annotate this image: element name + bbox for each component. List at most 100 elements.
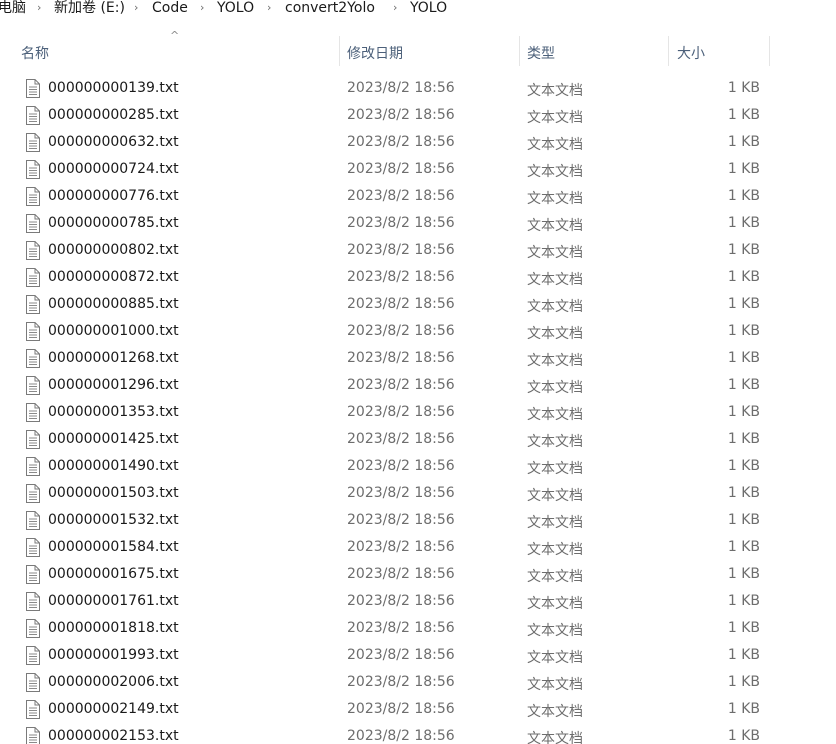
file-name: 000000000872.txt bbox=[48, 269, 179, 285]
file-row[interactable]: 000000001490.txt 2023/8/2 18:56 文本文档 1 KB bbox=[0, 454, 836, 481]
file-modified-date: 2023/8/2 18:56 bbox=[347, 404, 455, 420]
file-row[interactable]: 000000000285.txt 2023/8/2 18:56 文本文档 1 KB bbox=[0, 103, 836, 130]
column-divider[interactable] bbox=[519, 36, 520, 66]
text-file-icon bbox=[25, 160, 40, 179]
file-row[interactable]: 000000001993.txt 2023/8/2 18:56 文本文档 1 KB bbox=[0, 643, 836, 670]
column-header-size[interactable]: 大小 bbox=[677, 43, 705, 63]
file-row[interactable]: 000000001818.txt 2023/8/2 18:56 文本文档 1 KB bbox=[0, 616, 836, 643]
file-size: 1 KB bbox=[727, 188, 760, 204]
file-type: 文本文档 bbox=[527, 353, 583, 369]
column-divider[interactable] bbox=[769, 36, 770, 66]
file-row[interactable]: 000000002149.txt 2023/8/2 18:56 文本文档 1 KB bbox=[0, 697, 836, 724]
text-file-icon bbox=[25, 133, 40, 152]
file-name: 000000001000.txt bbox=[48, 323, 179, 339]
text-file-icon bbox=[25, 322, 40, 341]
file-size: 1 KB bbox=[727, 647, 760, 663]
file-row[interactable]: 000000002153.txt 2023/8/2 18:56 文本文档 1 KB bbox=[0, 724, 836, 744]
breadcrumb-item-code[interactable]: Code bbox=[152, 0, 188, 17]
column-header-date[interactable]: 修改日期 bbox=[347, 43, 403, 63]
file-name: 000000001490.txt bbox=[48, 458, 179, 474]
file-name: 000000000139.txt bbox=[48, 80, 179, 96]
breadcrumb-separator-icon[interactable]: › bbox=[267, 0, 271, 17]
file-type: 文本文档 bbox=[527, 650, 583, 666]
file-size: 1 KB bbox=[727, 215, 760, 231]
file-row[interactable]: 000000001000.txt 2023/8/2 18:56 文本文档 1 KB bbox=[0, 319, 836, 346]
file-type: 文本文档 bbox=[527, 407, 583, 423]
text-file-icon bbox=[25, 700, 40, 719]
file-row[interactable]: 000000001503.txt 2023/8/2 18:56 文本文档 1 KB bbox=[0, 481, 836, 508]
breadcrumb-item-drive[interactable]: 新加卷 (E:) bbox=[54, 0, 125, 17]
text-file-icon bbox=[25, 268, 40, 287]
file-row[interactable]: 000000000872.txt 2023/8/2 18:56 文本文档 1 KB bbox=[0, 265, 836, 292]
breadcrumb-separator-icon[interactable]: › bbox=[134, 0, 138, 17]
file-name: 000000001268.txt bbox=[48, 350, 179, 366]
file-size: 1 KB bbox=[727, 674, 760, 690]
file-type: 文本文档 bbox=[527, 488, 583, 504]
file-row[interactable]: 000000001532.txt 2023/8/2 18:56 文本文档 1 KB bbox=[0, 508, 836, 535]
text-file-icon bbox=[25, 106, 40, 125]
file-row[interactable]: 000000001296.txt 2023/8/2 18:56 文本文档 1 KB bbox=[0, 373, 836, 400]
text-file-icon bbox=[25, 349, 40, 368]
column-divider[interactable] bbox=[668, 36, 669, 66]
text-file-icon bbox=[25, 565, 40, 584]
file-name: 000000001353.txt bbox=[48, 404, 179, 420]
column-header-type[interactable]: 类型 bbox=[527, 43, 555, 63]
file-type: 文本文档 bbox=[527, 110, 583, 126]
breadcrumb-item-convert2yolo[interactable]: convert2Yolo bbox=[285, 0, 375, 17]
file-row[interactable]: 000000001268.txt 2023/8/2 18:56 文本文档 1 KB bbox=[0, 346, 836, 373]
column-header-row: ^ 名称 修改日期 类型 大小 bbox=[0, 29, 836, 70]
file-row[interactable]: 000000001761.txt 2023/8/2 18:56 文本文档 1 KB bbox=[0, 589, 836, 616]
file-size: 1 KB bbox=[727, 80, 760, 96]
breadcrumb-separator-icon[interactable]: › bbox=[393, 0, 397, 17]
breadcrumb-item-current-yolo[interactable]: YOLO bbox=[410, 0, 447, 17]
file-name: 000000001584.txt bbox=[48, 539, 179, 555]
file-size: 1 KB bbox=[727, 539, 760, 555]
file-row[interactable]: 000000000139.txt 2023/8/2 18:56 文本文档 1 KB bbox=[0, 76, 836, 103]
file-size: 1 KB bbox=[727, 269, 760, 285]
file-type: 文本文档 bbox=[527, 380, 583, 396]
file-row[interactable]: 000000001675.txt 2023/8/2 18:56 文本文档 1 KB bbox=[0, 562, 836, 589]
breadcrumb-separator-icon[interactable]: › bbox=[200, 0, 204, 17]
file-modified-date: 2023/8/2 18:56 bbox=[347, 728, 455, 744]
file-row[interactable]: 000000001353.txt 2023/8/2 18:56 文本文档 1 KB bbox=[0, 400, 836, 427]
file-size: 1 KB bbox=[727, 512, 760, 528]
file-row[interactable]: 000000002006.txt 2023/8/2 18:56 文本文档 1 KB bbox=[0, 670, 836, 697]
file-row[interactable]: 000000001425.txt 2023/8/2 18:56 文本文档 1 KB bbox=[0, 427, 836, 454]
file-row[interactable]: 000000000632.txt 2023/8/2 18:56 文本文档 1 KB bbox=[0, 130, 836, 157]
file-type: 文本文档 bbox=[527, 677, 583, 693]
file-row[interactable]: 000000000776.txt 2023/8/2 18:56 文本文档 1 KB bbox=[0, 184, 836, 211]
file-modified-date: 2023/8/2 18:56 bbox=[347, 701, 455, 717]
file-modified-date: 2023/8/2 18:56 bbox=[347, 512, 455, 528]
text-file-icon bbox=[25, 484, 40, 503]
file-size: 1 KB bbox=[727, 620, 760, 636]
text-file-icon bbox=[25, 214, 40, 233]
text-file-icon bbox=[25, 403, 40, 422]
file-type: 文本文档 bbox=[527, 164, 583, 180]
file-row[interactable]: 000000001584.txt 2023/8/2 18:56 文本文档 1 KB bbox=[0, 535, 836, 562]
file-name: 000000002153.txt bbox=[48, 728, 179, 744]
column-divider[interactable] bbox=[339, 36, 340, 66]
text-file-icon bbox=[25, 673, 40, 692]
breadcrumb-separator-icon[interactable]: › bbox=[37, 0, 41, 17]
file-name: 000000000776.txt bbox=[48, 188, 179, 204]
file-row[interactable]: 000000000724.txt 2023/8/2 18:56 文本文档 1 KB bbox=[0, 157, 836, 184]
file-name: 000000001761.txt bbox=[48, 593, 179, 609]
file-name: 000000000785.txt bbox=[48, 215, 179, 231]
file-name: 000000001675.txt bbox=[48, 566, 179, 582]
breadcrumb-item-yolo[interactable]: YOLO bbox=[217, 0, 254, 17]
file-size: 1 KB bbox=[727, 161, 760, 177]
file-row[interactable]: 000000000802.txt 2023/8/2 18:56 文本文档 1 KB bbox=[0, 238, 836, 265]
file-type: 文本文档 bbox=[527, 272, 583, 288]
file-type: 文本文档 bbox=[527, 218, 583, 234]
file-size: 1 KB bbox=[727, 593, 760, 609]
file-row[interactable]: 000000000885.txt 2023/8/2 18:56 文本文档 1 KB bbox=[0, 292, 836, 319]
breadcrumb-item-pc[interactable]: 电脑 bbox=[0, 0, 26, 17]
text-file-icon bbox=[25, 511, 40, 530]
column-header-name[interactable]: 名称 bbox=[21, 43, 49, 63]
file-row[interactable]: 000000000785.txt 2023/8/2 18:56 文本文档 1 KB bbox=[0, 211, 836, 238]
text-file-icon bbox=[25, 295, 40, 314]
file-modified-date: 2023/8/2 18:56 bbox=[347, 350, 455, 366]
text-file-icon bbox=[25, 727, 40, 744]
file-type: 文本文档 bbox=[527, 83, 583, 99]
text-file-icon bbox=[25, 241, 40, 260]
